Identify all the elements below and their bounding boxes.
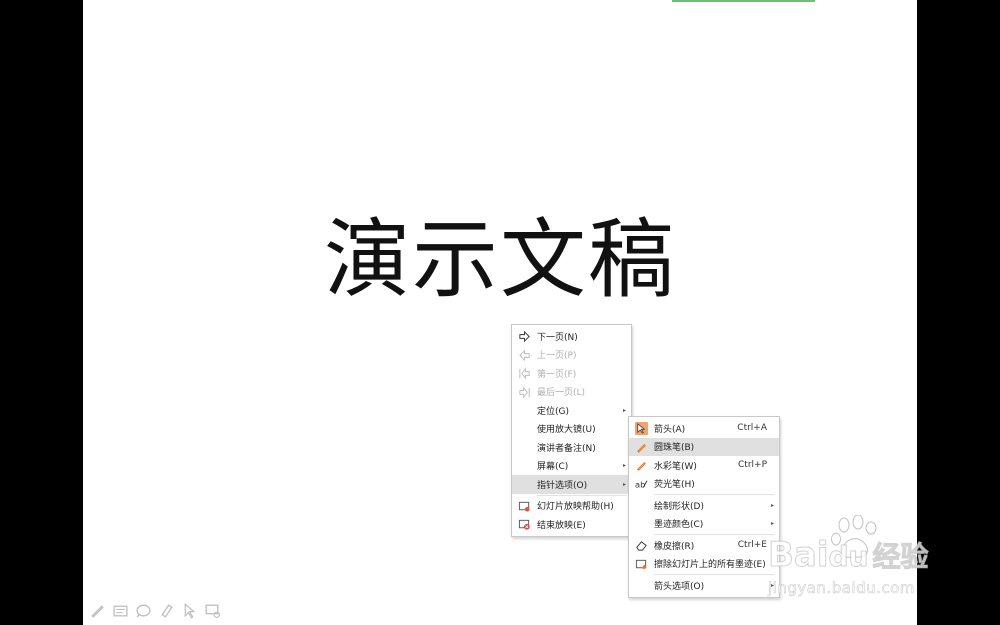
menu-separator bbox=[654, 574, 775, 575]
arrow-pointer-icon bbox=[635, 422, 648, 435]
arrow-left-icon bbox=[518, 349, 531, 362]
watermark-logo: Baidu 经验 bbox=[768, 535, 930, 576]
slideshow-context-menu: 下一页(N) 上一页(P) 第一页(F) 最后一页(L) 定位(G) ▸ 使用放… bbox=[511, 324, 632, 537]
submenu-draw-shape[interactable]: 绘制形状(D) ▸ bbox=[629, 496, 779, 515]
zoom-icon[interactable] bbox=[135, 602, 152, 619]
menu-end-show[interactable]: 结束放映(E) bbox=[512, 515, 631, 534]
ballpoint-pen-icon bbox=[635, 441, 648, 454]
menu-speaker-notes[interactable]: 演讲者备注(N) bbox=[512, 438, 631, 457]
menu-last-page[interactable]: 最后一页(L) bbox=[512, 383, 631, 402]
first-page-icon bbox=[518, 367, 531, 380]
top-accent-bar bbox=[672, 0, 815, 2]
menu-first-page[interactable]: 第一页(F) bbox=[512, 364, 631, 383]
submenu-highlighter[interactable]: ab 荧光笔(H) bbox=[629, 475, 779, 494]
menu-pointer-options[interactable]: 指针选项(O) ▸ bbox=[512, 475, 631, 494]
svg-text:ab: ab bbox=[635, 479, 645, 489]
watercolor-pen-icon bbox=[635, 459, 648, 472]
screen-options-icon[interactable] bbox=[204, 602, 221, 619]
eraser-icon bbox=[635, 539, 648, 552]
menu-goto[interactable]: 定位(G) ▸ bbox=[512, 401, 631, 420]
menu-prev-page[interactable]: 上一页(P) bbox=[512, 346, 631, 365]
end-show-icon bbox=[518, 518, 531, 531]
slides-icon[interactable] bbox=[112, 602, 129, 619]
submenu-arrow-icon: ▸ bbox=[622, 406, 626, 414]
menu-next-page[interactable]: 下一页(N) bbox=[512, 327, 631, 346]
slideshow-toolbar bbox=[89, 602, 221, 619]
baidu-jingyan-watermark: Baidu 经验 jingyan.baidu.com bbox=[768, 515, 948, 605]
submenu-arrow-pointer[interactable]: 箭头(A) Ctrl+A bbox=[629, 419, 779, 438]
submenu-erase-all[interactable]: 擦除幻灯片上的所有墨迹(E) bbox=[629, 555, 779, 574]
submenu-watercolor-pen[interactable]: 水彩笔(W) Ctrl+P bbox=[629, 456, 779, 475]
last-page-icon bbox=[518, 386, 531, 399]
slide-title: 演示文稿 bbox=[324, 210, 676, 310]
pointer-icon[interactable] bbox=[181, 602, 198, 619]
help-icon bbox=[518, 500, 531, 513]
pen-icon[interactable] bbox=[89, 602, 106, 619]
submenu-ballpoint-pen[interactable]: 圆珠笔(B) bbox=[629, 437, 779, 456]
menu-separator bbox=[654, 494, 775, 495]
submenu-arrow-icon: ▸ bbox=[770, 501, 774, 509]
submenu-ink-color[interactable]: 墨迹颜色(C) ▸ bbox=[629, 515, 779, 534]
pointer-options-submenu: 箭头(A) Ctrl+A 圆珠笔(B) 水彩笔(W) Ctrl+P ab 荧光笔… bbox=[628, 416, 780, 598]
arrow-right-icon bbox=[518, 330, 531, 343]
highlighter-icon: ab bbox=[635, 478, 648, 491]
menu-separator bbox=[537, 494, 627, 496]
highlighter-tool-icon[interactable] bbox=[158, 602, 175, 619]
menu-screen[interactable]: 屏幕(C) ▸ bbox=[512, 457, 631, 476]
erase-all-icon bbox=[635, 558, 648, 571]
menu-slideshow-help[interactable]: 幻灯片放映帮助(H) bbox=[512, 497, 631, 516]
menu-magnifier[interactable]: 使用放大镜(U) bbox=[512, 420, 631, 439]
submenu-eraser[interactable]: 橡皮擦(R) Ctrl+E bbox=[629, 536, 779, 555]
submenu-arrow-options[interactable]: 箭头选项(O) ▸ bbox=[629, 576, 779, 595]
submenu-arrow-icon: ▸ bbox=[622, 462, 626, 470]
menu-separator bbox=[654, 534, 775, 535]
submenu-arrow-icon: ▸ bbox=[622, 480, 626, 488]
watermark-url: jingyan.baidu.com bbox=[768, 579, 915, 598]
